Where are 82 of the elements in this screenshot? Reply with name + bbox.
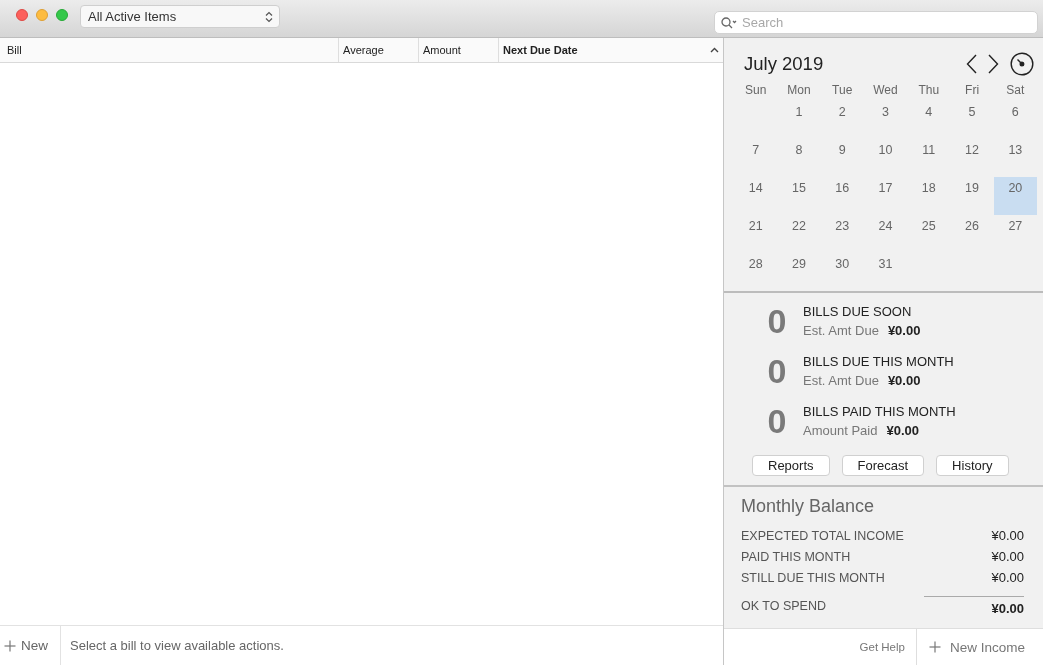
chevron-left-icon[interactable]	[966, 54, 977, 74]
calendar-day[interactable]: 23	[820, 215, 864, 253]
weekday-label: Sat	[1005, 82, 1026, 97]
summary-amount: ¥0.00	[887, 322, 921, 340]
summary-label: Est. Amt Due	[803, 372, 879, 390]
filter-dropdown[interactable]: All Active Items	[80, 5, 280, 28]
weekday-label: Wed	[872, 82, 899, 97]
calendar-day[interactable]: 27	[993, 215, 1037, 253]
search-icon	[721, 17, 737, 29]
plus-icon	[4, 639, 16, 652]
summary-amount: ¥0.00	[887, 372, 921, 390]
close-icon[interactable]	[16, 9, 28, 21]
month-title: July 2019	[744, 53, 824, 75]
panel-button[interactable]: Reports	[752, 455, 830, 476]
calendar-day[interactable]: 22	[777, 215, 821, 253]
calendar-day[interactable]: 29	[777, 253, 821, 291]
panel-button[interactable]: History	[936, 455, 1009, 476]
calendar-day[interactable]: 21	[734, 215, 778, 253]
new-income-button[interactable]: New Income	[915, 629, 1043, 665]
column-header[interactable]: Amount	[418, 38, 498, 62]
caret-up-icon	[710, 47, 719, 53]
count-number: 0	[766, 353, 788, 390]
calendar-day[interactable]: 19	[950, 177, 994, 215]
calendar-day[interactable]: 20	[993, 177, 1037, 215]
column-header[interactable]: Average	[338, 38, 418, 62]
search-field[interactable]: Search	[714, 11, 1038, 34]
calendar-day[interactable]: 7	[734, 139, 778, 177]
count-number: 0	[766, 303, 788, 340]
status-text: Select a bill to view available actions.	[69, 638, 284, 653]
calendar-day[interactable]: 24	[863, 215, 908, 253]
count-number: 0	[766, 403, 788, 440]
balance-value: ¥0.00	[991, 570, 1024, 585]
section-title: Monthly Balance	[741, 495, 875, 517]
summary-label: Amount Paid	[803, 422, 878, 440]
calendar-day[interactable]: 25	[907, 215, 951, 253]
weekday-label: Sun	[743, 82, 768, 97]
calendar-day[interactable]: 6	[993, 101, 1037, 139]
calendar-day[interactable]: 28	[734, 253, 778, 291]
balance-label: EXPECTED TOTAL INCOME	[741, 528, 904, 543]
plus-icon	[928, 641, 941, 653]
balance-label: PAID THIS MONTH	[741, 549, 851, 564]
balance-value: ¥0.00	[991, 528, 1024, 543]
balance-value: ¥0.00	[991, 549, 1024, 564]
summary-label: Est. Amt Due	[803, 322, 879, 340]
calendar-day[interactable]: 17	[863, 177, 908, 215]
new-button[interactable]: New	[0, 626, 61, 665]
balance-label: STILL DUE THIS MONTH	[741, 570, 885, 585]
calendar-day[interactable]: 12	[950, 139, 994, 177]
calendar-day[interactable]: 10	[863, 139, 908, 177]
balance-value: ¥0.00	[924, 596, 1024, 616]
calendar-day[interactable]: 9	[820, 139, 864, 177]
summary-title: BILLS DUE SOON	[803, 303, 912, 321]
chevron-updown-icon	[265, 10, 273, 23]
chevron-right-icon[interactable]	[988, 54, 999, 74]
calendar-day[interactable]: 1	[777, 101, 821, 139]
panel-button[interactable]: Forecast	[841, 455, 925, 476]
weekday-label: Fri	[964, 82, 981, 97]
balance-label: OK TO SPEND	[741, 598, 826, 613]
calendar-day[interactable]: 11	[907, 139, 951, 177]
calendar-day[interactable]: 5	[950, 101, 994, 139]
calendar-day[interactable]: 3	[863, 101, 908, 139]
column-header[interactable]: Bill	[0, 38, 338, 62]
weekday-label: Thu	[917, 82, 941, 97]
calendar-day[interactable]: 13	[993, 139, 1037, 177]
weekday-label: Tue	[831, 82, 854, 97]
calendar-day[interactable]: 15	[777, 177, 821, 215]
calendar-day[interactable]: 30	[820, 253, 864, 291]
calendar-day[interactable]: 4	[907, 101, 951, 139]
dial-icon[interactable]	[1010, 52, 1034, 76]
calendar-day[interactable]: 16	[820, 177, 864, 215]
calendar-day[interactable]: 26	[950, 215, 994, 253]
calendar-day[interactable]: 18	[907, 177, 951, 215]
calendar-day[interactable]: 8	[777, 139, 821, 177]
summary-title: BILLS DUE THIS MONTH	[803, 353, 954, 371]
calendar-day[interactable]: 2	[820, 101, 864, 139]
calendar-day[interactable]: 14	[734, 177, 778, 215]
weekday-label: Mon	[786, 82, 812, 97]
summary-amount: ¥0.00	[886, 422, 919, 440]
calendar-day[interactable]: 31	[863, 253, 908, 291]
help-link[interactable]: Get Help	[859, 641, 905, 653]
column-header[interactable]: Next Due Date	[498, 38, 723, 62]
summary-title: BILLS PAID THIS MONTH	[803, 403, 956, 421]
